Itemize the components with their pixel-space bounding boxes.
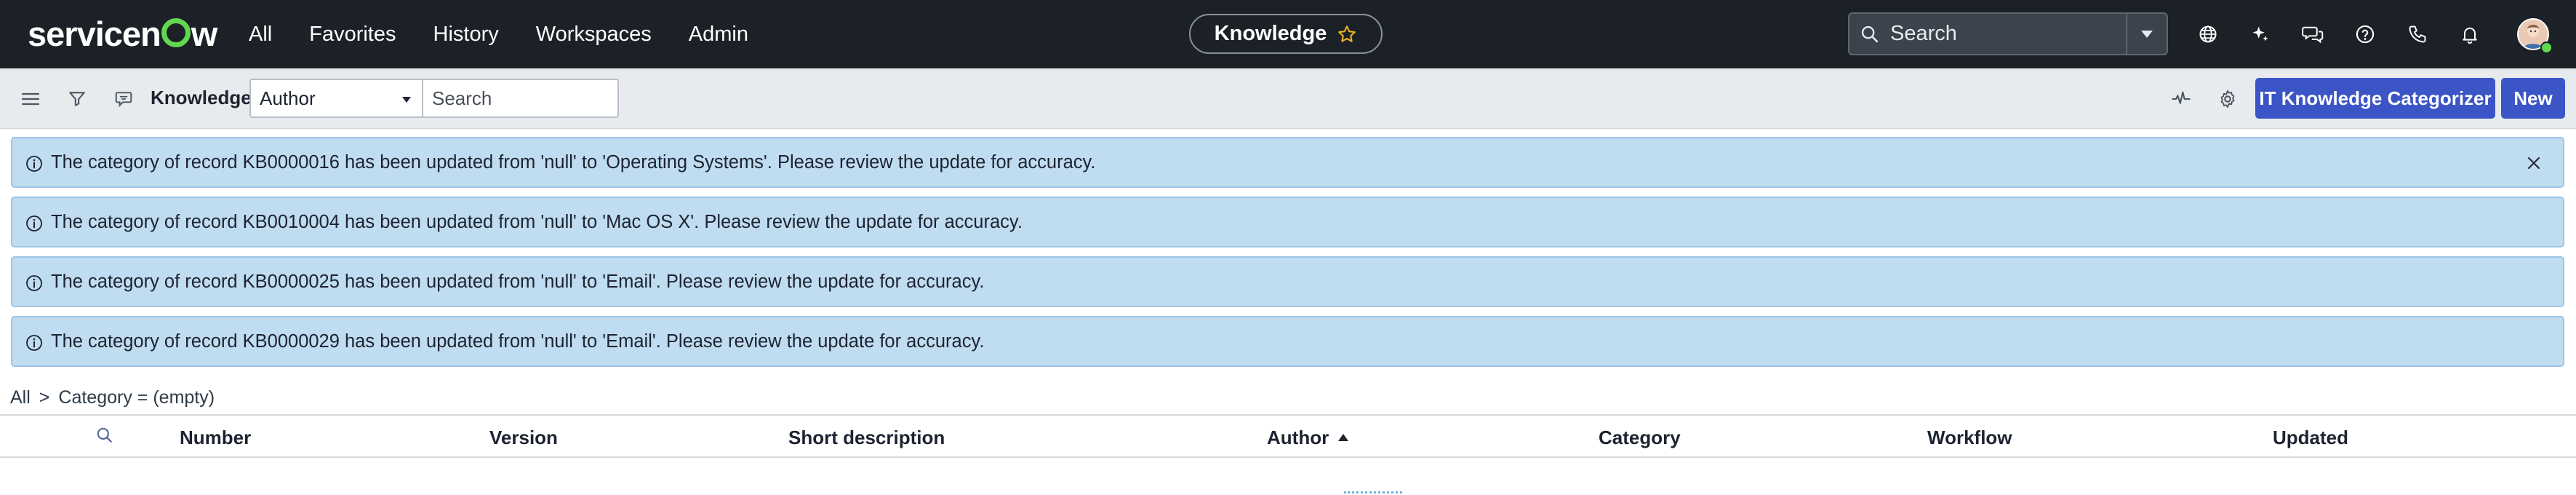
info-banner: The category of record KB0000029 has bee… xyxy=(11,316,2564,367)
breadcrumb-condition[interactable]: Category = (empty) xyxy=(58,387,215,408)
column-header-number[interactable]: Number xyxy=(180,427,251,449)
column-header-workflow[interactable]: Workflow xyxy=(1927,427,2012,449)
column-header-version[interactable]: Version xyxy=(489,427,558,449)
bell-icon[interactable] xyxy=(2457,21,2483,47)
column-header-short-description[interactable]: Short description xyxy=(788,427,945,449)
help-icon[interactable] xyxy=(2352,21,2378,47)
caret-down-icon xyxy=(401,96,412,103)
top-menu: All Favorites History Workspaces Admin xyxy=(249,0,785,68)
sparkle-icon[interactable] xyxy=(2247,21,2273,47)
activity-icon[interactable] xyxy=(2169,87,2193,111)
info-banner: The category of record KB0000016 has bee… xyxy=(11,137,2564,188)
context-pill[interactable]: Knowledge xyxy=(1189,14,1383,54)
search-field-select[interactable]: Author xyxy=(249,79,423,118)
search-scope-dropdown[interactable] xyxy=(2126,14,2167,54)
logo-wordmark: servicen w xyxy=(28,14,217,53)
info-banner-message: The category of record KB0010004 has bee… xyxy=(51,211,1023,232)
column-header-category[interactable]: Category xyxy=(1599,427,1681,449)
search-field-value: Author xyxy=(260,87,316,109)
column-header-author-label: Author xyxy=(1267,427,1329,448)
top-icon-bar xyxy=(2195,0,2509,68)
info-banners: The category of record KB0000016 has bee… xyxy=(11,137,2564,376)
search-icon xyxy=(1860,24,1880,44)
info-banner-message: The category of record KB0000016 has bee… xyxy=(51,151,1096,173)
column-header-updated[interactable]: Updated xyxy=(2273,427,2348,449)
list-title: Knowledge xyxy=(151,87,252,108)
top-navigation-bar: servicen w All Favorites History Workspac… xyxy=(0,0,2576,68)
info-icon xyxy=(25,334,43,352)
menu-workspaces[interactable]: Workspaces xyxy=(536,23,652,47)
menu-all[interactable]: All xyxy=(249,23,272,47)
info-icon xyxy=(25,274,43,292)
global-search-input[interactable]: Search xyxy=(1849,14,2126,54)
breadcrumb-separator: > xyxy=(39,387,50,408)
filter-icon[interactable] xyxy=(65,87,89,111)
info-icon xyxy=(25,155,43,173)
star-icon[interactable] xyxy=(1337,24,1357,44)
caret-down-icon xyxy=(2140,29,2154,39)
breadcrumb-all[interactable]: All xyxy=(10,387,31,408)
menu-history[interactable]: History xyxy=(433,23,499,47)
phone-icon[interactable] xyxy=(2404,21,2431,47)
global-search: Search xyxy=(1848,12,2168,55)
menu-favorites[interactable]: Favorites xyxy=(309,23,396,47)
globe-icon[interactable] xyxy=(2195,21,2221,47)
column-header-author[interactable]: Author xyxy=(1267,427,1349,449)
chat-icon[interactable] xyxy=(2300,21,2326,47)
info-banner: The category of record KB0000025 has bee… xyxy=(11,256,2564,307)
sort-ascending-icon xyxy=(1337,433,1349,442)
hamburger-menu-icon[interactable] xyxy=(19,87,42,111)
info-banner: The category of record KB0010004 has bee… xyxy=(11,197,2564,248)
menu-admin[interactable]: Admin xyxy=(689,23,748,47)
comment-filter-icon[interactable] xyxy=(112,87,135,111)
context-title: Knowledge xyxy=(1214,22,1327,45)
it-knowledge-categorizer-button[interactable]: IT Knowledge Categorizer xyxy=(2255,78,2495,119)
close-icon[interactable] xyxy=(2525,154,2543,172)
table-header: Number Version Short description Author … xyxy=(0,414,2576,458)
breadcrumb: All > Category = (empty) xyxy=(10,385,215,410)
info-banner-message: The category of record KB0000029 has bee… xyxy=(51,330,985,352)
gear-icon[interactable] xyxy=(2216,87,2239,111)
info-banner-message: The category of record KB0000025 has bee… xyxy=(51,271,985,292)
new-button[interactable]: New xyxy=(2501,78,2565,119)
info-icon xyxy=(25,215,43,232)
list-search-input[interactable] xyxy=(423,79,619,118)
loading-indicator xyxy=(1344,491,1402,494)
list-toolbar: Knowledge Author IT Knowledge Categorize… xyxy=(0,68,2576,129)
global-search-placeholder: Search xyxy=(1890,22,1957,45)
column-search-icon[interactable] xyxy=(95,426,117,448)
servicenow-logo[interactable]: servicen w xyxy=(28,12,217,55)
presence-status-icon xyxy=(2540,41,2553,54)
